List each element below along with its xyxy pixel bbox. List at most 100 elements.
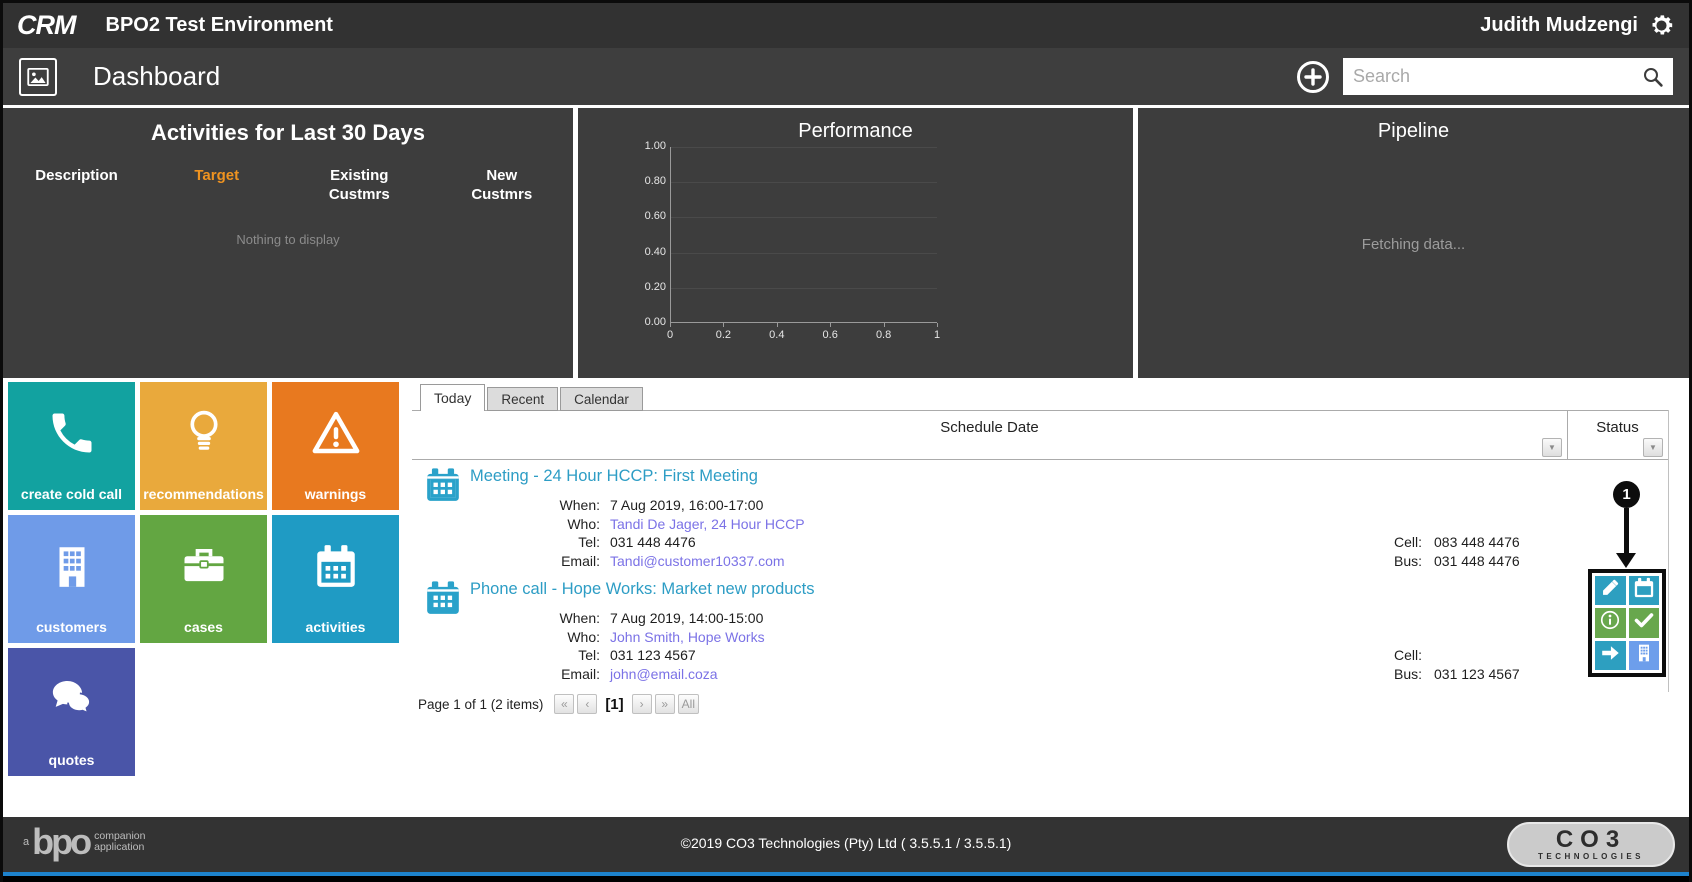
- pager-first-button[interactable]: «: [554, 694, 575, 714]
- schedule-date-filter-button[interactable]: ▼: [1542, 438, 1562, 457]
- environment-title: BPO2 Test Environment: [105, 14, 333, 36]
- schedule-date-header[interactable]: Schedule Date: [412, 419, 1567, 436]
- crm-logo: CRM: [17, 10, 76, 40]
- tel-value: 031 123 4567: [610, 647, 696, 664]
- tel-label: Tel:: [578, 647, 600, 664]
- pager-last-button[interactable]: »: [654, 694, 675, 714]
- who-label: Who:: [567, 515, 600, 532]
- column-new-custmrs: New Custmrs: [471, 167, 533, 203]
- customer-action-button[interactable]: [1628, 640, 1659, 670]
- performance-x-tick: 0.2: [715, 329, 732, 341]
- activity-title-link[interactable]: Meeting - 24 Hour HCCP: First Meeting: [470, 467, 758, 486]
- performance-x-tick: 1: [933, 329, 941, 341]
- bus-label: Bus:: [1393, 552, 1422, 569]
- copyright-text: ©2019 CO3 Technologies (Pty) Ltd ( 3.5.5…: [680, 835, 1012, 851]
- search-box: [1343, 58, 1673, 95]
- performance-y-tick: 0.20: [644, 280, 666, 293]
- search-input[interactable]: [1343, 66, 1641, 87]
- activity-row: Phone call - Hope Works: Market new prod…: [412, 576, 1668, 688]
- tile-customers[interactable]: customers: [8, 515, 135, 643]
- pager-all-button[interactable]: All: [677, 694, 699, 714]
- user-name[interactable]: Judith Mudzengi: [1480, 14, 1638, 37]
- calendar-icon: [1633, 577, 1655, 604]
- email-link[interactable]: Tandi@customer10337.com: [610, 552, 805, 571]
- when-value: 7 Aug 2019, 16:00-17:00: [610, 497, 764, 513]
- page-title: Dashboard: [93, 61, 221, 91]
- building-icon: [1634, 643, 1654, 668]
- edit-action-button[interactable]: [1595, 576, 1626, 606]
- gear-icon[interactable]: [1648, 12, 1675, 39]
- column-target: Target: [194, 167, 240, 184]
- tile-label: recommendations: [143, 486, 264, 502]
- cell-label: Cell:: [1393, 647, 1422, 663]
- who-label: Who:: [567, 628, 600, 645]
- arrow-right-icon: [1599, 642, 1621, 669]
- tile-label: warnings: [304, 486, 367, 502]
- activities-panel-title: Activities for Last 30 Days: [151, 120, 425, 145]
- performance-y-tick: 0.80: [644, 175, 666, 188]
- schedule-grid: Today Recent Calendar Schedule Date Stat…: [412, 378, 1672, 817]
- info-icon: [1599, 609, 1621, 636]
- building-icon: [47, 541, 97, 618]
- add-button[interactable]: [1295, 59, 1331, 95]
- complete-action-button[interactable]: [1628, 608, 1659, 638]
- activity-title-link[interactable]: Phone call - Hope Works: Market new prod…: [470, 580, 815, 599]
- warning-icon: [309, 406, 363, 487]
- dashboard-panels: Activities for Last 30 Days Description …: [3, 108, 1689, 378]
- tab-today[interactable]: Today: [420, 384, 486, 411]
- bus-value: 031 448 4476: [1434, 552, 1520, 569]
- status-actions-grid: [1588, 569, 1666, 677]
- cell-label: Cell:: [1393, 534, 1422, 550]
- calendar-icon[interactable]: [424, 466, 462, 509]
- lightbulb-icon: [178, 407, 230, 486]
- column-divider: [1567, 411, 1568, 459]
- activities-empty-message: Nothing to display: [236, 232, 340, 247]
- column-description: Description: [35, 167, 118, 184]
- activities-column-headers: Description Target Existing Custmrs New …: [3, 166, 573, 204]
- pipeline-loading-text: Fetching data...: [1361, 236, 1466, 253]
- tile-recommendations[interactable]: recommendations: [140, 382, 267, 510]
- who-link[interactable]: John Smith, Hope Works: [610, 628, 765, 647]
- performance-y-tick: 0.60: [644, 210, 666, 223]
- activity-details: When: 7 Aug 2019, 14:00-15:00 Who: John …: [490, 609, 765, 683]
- forward-action-button[interactable]: [1595, 640, 1626, 670]
- performance-y-tick: 1.00: [644, 140, 666, 152]
- tel-label: Tel:: [578, 534, 600, 551]
- status-header[interactable]: Status: [1567, 419, 1668, 436]
- tile-warnings[interactable]: warnings: [272, 382, 399, 510]
- footer: a bpo companion application ©2019 CO3 Tec…: [3, 817, 1689, 872]
- activities-30-days-panel: Activities for Last 30 Days Description …: [3, 108, 573, 378]
- tile-quotes[interactable]: quotes: [8, 648, 135, 776]
- tile-create-cold-call[interactable]: create cold call: [8, 382, 135, 510]
- performance-y-tick: 0.00: [644, 316, 666, 328]
- calendar-icon[interactable]: [424, 579, 462, 622]
- tile-activities[interactable]: activities: [272, 515, 399, 643]
- activity-contact: Cell: Bus: 031 123 4567: [1377, 646, 1520, 683]
- search-icon[interactable]: [1641, 65, 1665, 89]
- shortcut-tiles: create cold call recommendations warning…: [8, 382, 399, 776]
- annotation-badge-1: 1: [1613, 481, 1640, 508]
- cell-value: [1434, 646, 1520, 665]
- calendar-action-button[interactable]: [1628, 576, 1659, 606]
- when-label: When:: [559, 610, 600, 626]
- page-header: Dashboard: [3, 48, 1689, 105]
- pager-summary: Page 1 of 1 (2 items): [418, 696, 544, 712]
- tile-cases[interactable]: cases: [140, 515, 267, 643]
- activity-details: When: 7 Aug 2019, 16:00-17:00 Who: Tandi…: [490, 496, 805, 570]
- email-link[interactable]: john@email.coza: [610, 665, 765, 684]
- check-icon: [1632, 608, 1656, 637]
- email-label: Email:: [561, 552, 600, 569]
- phone-icon: [46, 407, 98, 486]
- tab-calendar[interactable]: Calendar: [560, 387, 643, 411]
- who-link[interactable]: Tandi De Jager, 24 Hour HCCP: [610, 515, 805, 534]
- performance-panel: Performance 1.00 0.80 0.60 0.40 0.20 0.00 0 0.2…: [578, 108, 1133, 378]
- pager-prev-button[interactable]: ‹: [577, 694, 598, 714]
- info-action-button[interactable]: [1595, 608, 1626, 638]
- tile-label: cases: [184, 619, 223, 635]
- tile-label: customers: [36, 619, 107, 635]
- status-filter-button[interactable]: ▼: [1643, 438, 1663, 457]
- tile-label: create cold call: [20, 486, 123, 502]
- briefcase-icon: [178, 540, 230, 619]
- tab-recent[interactable]: Recent: [487, 387, 559, 411]
- pager-next-button[interactable]: ›: [631, 694, 652, 714]
